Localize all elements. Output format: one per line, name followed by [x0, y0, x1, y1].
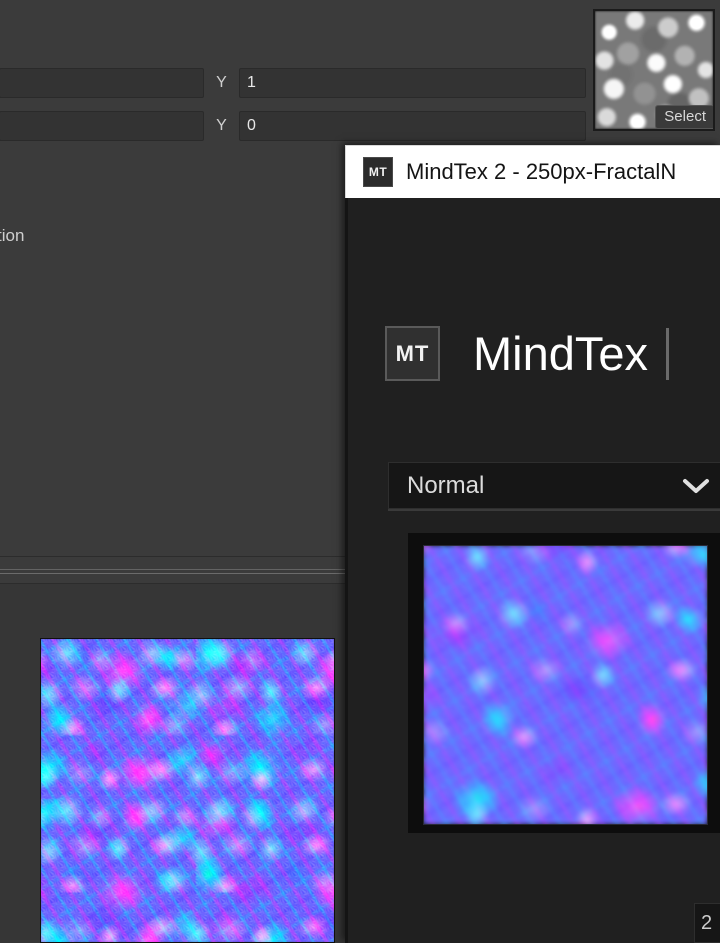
- select-button[interactable]: Select: [655, 105, 713, 129]
- property-row: Y 1: [0, 67, 586, 99]
- y-value-field[interactable]: 0: [239, 111, 586, 141]
- x-value-field[interactable]: [0, 111, 204, 141]
- splitter-line: [0, 556, 348, 557]
- mindtex-brand-name: MindTex: [473, 326, 649, 380]
- bottom-value-stepper[interactable]: 2: [694, 903, 720, 943]
- dropdown-underline: [388, 509, 720, 511]
- splitter-line: [0, 573, 348, 574]
- host-viewport-panel: [0, 584, 346, 943]
- normal-map-preview-high-frequency[interactable]: [40, 638, 335, 943]
- partial-property-label: tion: [0, 226, 25, 245]
- texture-slot-thumbnail[interactable]: Select: [593, 9, 715, 131]
- mindtex-branding-header: MT MindTex: [385, 326, 670, 381]
- brand-divider: [666, 327, 670, 380]
- panel-splitter[interactable]: [0, 556, 348, 584]
- normal-map-texture: [424, 546, 707, 824]
- preview-frame: [408, 533, 720, 833]
- chevron-down-icon[interactable]: [681, 477, 711, 495]
- splitter-line: [0, 569, 348, 570]
- map-type-selected-value: Normal: [407, 471, 485, 499]
- mindtex-logo-icon: MT: [385, 326, 440, 381]
- axis-label-y: Y: [216, 117, 227, 134]
- y-value-field[interactable]: 1: [239, 68, 586, 98]
- mindtex-window-body: MT MindTex Normal 2: [345, 198, 720, 943]
- normal-map-texture: [41, 639, 334, 942]
- map-type-dropdown[interactable]: Normal: [388, 462, 720, 509]
- normal-map-preview-smooth[interactable]: [423, 545, 708, 825]
- texture-layer-grain: [41, 639, 334, 942]
- window-titlebar[interactable]: MT MindTex 2 - 250px-FractalN: [345, 145, 720, 198]
- axis-label-y: Y: [216, 74, 227, 91]
- mindtex-window[interactable]: MT MindTex 2 - 250px-FractalN MT MindTex…: [345, 145, 720, 943]
- x-value-field[interactable]: [0, 68, 204, 98]
- texture-layer-grain: [424, 546, 707, 824]
- property-row: Y 0: [0, 110, 586, 142]
- mindtex-app-icon: MT: [363, 157, 393, 187]
- window-title: MindTex 2 - 250px-FractalN: [406, 159, 677, 184]
